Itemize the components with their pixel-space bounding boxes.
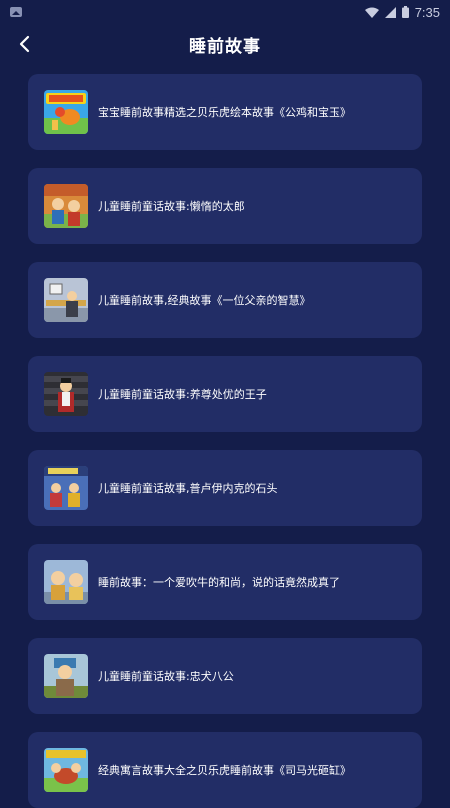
wifi-icon <box>364 3 379 22</box>
story-thumbnail <box>44 278 88 322</box>
story-thumbnail <box>44 560 88 604</box>
story-title: 儿童睡前童话故事:懒惰的太郎 <box>98 200 245 213</box>
story-title: 儿童睡前童话故事,普卢伊内克的石头 <box>98 482 278 495</box>
back-arrow-icon <box>19 35 30 53</box>
story-title: 睡前故事：一个爱吹牛的和尚，说的话竟然成真了 <box>98 576 340 589</box>
story-thumbnail <box>44 466 88 510</box>
story-card[interactable]: 宝宝睡前故事精选之贝乐虎绘本故事《公鸡和宝玉》 <box>28 74 422 150</box>
story-title: 儿童睡前故事,经典故事《一位父亲的智慧》 <box>98 294 311 307</box>
story-title: 儿童睡前童话故事:忠犬八公 <box>98 670 234 683</box>
story-card[interactable]: 儿童睡前童话故事:忠犬八公 <box>28 638 422 714</box>
story-card[interactable]: 儿童睡前童话故事:懒惰的太郎 <box>28 168 422 244</box>
story-card[interactable]: 儿童睡前故事,经典故事《一位父亲的智慧》 <box>28 262 422 338</box>
signal-icon <box>384 3 396 22</box>
story-title: 宝宝睡前故事精选之贝乐虎绘本故事《公鸡和宝玉》 <box>98 106 351 119</box>
story-card[interactable]: 儿童睡前童话故事,普卢伊内克的石头 <box>28 450 422 526</box>
status-bar: 7:35 <box>0 0 450 24</box>
page-title: 睡前故事 <box>189 36 261 57</box>
story-card[interactable]: 经典寓言故事大全之贝乐虎睡前故事《司马光砸缸》 <box>28 732 422 808</box>
back-button[interactable] <box>10 30 38 58</box>
story-thumbnail <box>44 90 88 134</box>
story-title: 儿童睡前童话故事:养尊处优的王子 <box>98 388 267 401</box>
story-title: 经典寓言故事大全之贝乐虎睡前故事《司马光砸缸》 <box>98 764 351 777</box>
status-time: 7:35 <box>414 4 440 20</box>
status-right: 7:35 <box>364 3 440 22</box>
story-thumbnail <box>44 372 88 416</box>
battery-icon <box>401 3 409 22</box>
notification-image-icon <box>10 7 22 17</box>
status-left <box>10 7 22 17</box>
story-thumbnail <box>44 654 88 698</box>
story-card[interactable]: 睡前故事：一个爱吹牛的和尚，说的话竟然成真了 <box>28 544 422 620</box>
header: 睡前故事 <box>0 24 450 64</box>
story-card[interactable]: 儿童睡前童话故事:养尊处优的王子 <box>28 356 422 432</box>
story-thumbnail <box>44 184 88 228</box>
story-thumbnail <box>44 748 88 792</box>
